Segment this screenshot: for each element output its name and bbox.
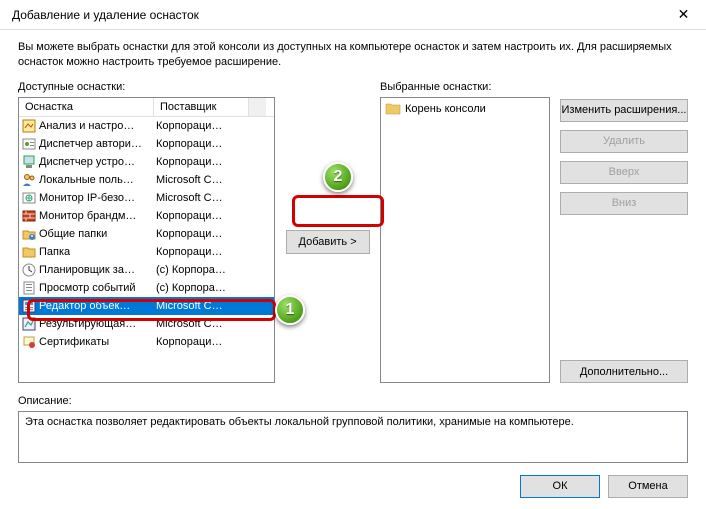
- list-item-vendor-cell: Корпораци…: [154, 246, 249, 258]
- description-section: Описание: Эта оснастка позволяет редакти…: [18, 395, 688, 463]
- selected-panel: Выбранные оснастки: Корень консоли: [380, 81, 550, 383]
- list-item[interactable]: Монитор IP-безо…Microsoft C…: [19, 189, 274, 207]
- list-item-vendor-cell: Корпораци…: [154, 156, 249, 168]
- middle-panel: Добавить >: [275, 81, 380, 383]
- list-item-vendor-cell: (с) Корпора…: [154, 282, 249, 294]
- available-label: Доступные оснастки:: [18, 81, 275, 93]
- col-header-vendor[interactable]: Поставщик: [154, 98, 249, 116]
- tree-root-item[interactable]: Корень консоли: [383, 100, 547, 118]
- folder-icon: [385, 101, 401, 117]
- list-item[interactable]: ПапкаКорпораци…: [19, 243, 274, 261]
- cancel-button[interactable]: Отмена: [608, 475, 688, 498]
- list-item-vendor-cell: Корпораци…: [154, 336, 249, 348]
- list-item[interactable]: Общие папкиКорпораци…: [19, 225, 274, 243]
- list-item-name-cell: Диспетчер устро…: [19, 154, 154, 170]
- list-item-vendor-cell: Корпораци…: [154, 228, 249, 240]
- add-button[interactable]: Добавить >: [286, 230, 370, 254]
- intro-text: Вы можете выбрать оснастки для этой конс…: [18, 40, 688, 71]
- selected-label: Выбранные оснастки:: [380, 81, 550, 93]
- right-panel: Выбранные оснастки: Корень консоли Измен…: [380, 81, 688, 383]
- listview-header: Оснастка Поставщик: [19, 98, 274, 117]
- list-item[interactable]: СертификатыКорпораци…: [19, 333, 274, 351]
- list-item-vendor-cell: Корпораци…: [154, 120, 249, 132]
- advanced-button[interactable]: Дополнительно...: [560, 360, 688, 383]
- titlebar: Добавление и удаление оснасток ✕: [0, 0, 706, 30]
- callout-2: 2: [323, 162, 353, 192]
- list-item-name-cell: Локальные поль…: [19, 172, 154, 188]
- list-item[interactable]: Результирующая…Microsoft C…: [19, 315, 274, 333]
- close-button[interactable]: ✕: [661, 0, 706, 30]
- content-area: Вы можете выбрать оснастки для этой конс…: [0, 30, 706, 463]
- up-button[interactable]: Вверх: [560, 161, 688, 184]
- list-item-vendor-cell: Microsoft C…: [154, 192, 249, 204]
- selected-treeview[interactable]: Корень консоли: [380, 97, 550, 383]
- list-item[interactable]: Планировщик за…(с) Корпора…: [19, 261, 274, 279]
- description-box: Эта оснастка позволяет редактировать объ…: [18, 411, 688, 463]
- list-item-vendor-cell: Microsoft C…: [154, 318, 249, 330]
- side-buttons-panel: Изменить расширения... Удалить Вверх Вни…: [560, 81, 688, 383]
- list-item-vendor-cell: (с) Корпора…: [154, 264, 249, 276]
- main-row: Доступные оснастки: Оснастка Поставщик А…: [18, 81, 688, 383]
- available-panel: Доступные оснастки: Оснастка Поставщик А…: [18, 81, 275, 383]
- scrollbar[interactable]: [249, 98, 266, 116]
- list-item[interactable]: Просмотр событий(с) Корпора…: [19, 279, 274, 297]
- list-item[interactable]: Локальные поль…Microsoft C…: [19, 171, 274, 189]
- list-item[interactable]: Диспетчер автори…Корпораци…: [19, 135, 274, 153]
- list-item-name-cell: Монитор брандм…: [19, 208, 154, 224]
- available-listview[interactable]: Оснастка Поставщик Анализ и настро…Корпо…: [18, 97, 275, 383]
- window-title: Добавление и удаление оснасток: [12, 8, 661, 22]
- list-item-name-cell: Планировщик за…: [19, 262, 154, 278]
- list-item-name-cell: Монитор IP-безо…: [19, 190, 154, 206]
- dialog-window: Добавление и удаление оснасток ✕ Вы може…: [0, 0, 706, 509]
- list-item-name-cell: Результирующая…: [19, 316, 154, 332]
- list-item-name-cell: Анализ и настро…: [19, 118, 154, 134]
- ok-button[interactable]: ОК: [520, 475, 600, 498]
- remove-button[interactable]: Удалить: [560, 130, 688, 153]
- list-item-vendor-cell: Корпораци…: [154, 210, 249, 222]
- list-item-name-cell: Диспетчер автори…: [19, 136, 154, 152]
- callout-1: 1: [275, 295, 305, 325]
- list-item[interactable]: Редактор объек…Microsoft C…: [19, 297, 274, 315]
- list-item-name-cell: Папка: [19, 244, 154, 260]
- list-item-vendor-cell: Microsoft C…: [154, 300, 249, 312]
- list-item[interactable]: Диспетчер устро…Корпораци…: [19, 153, 274, 171]
- close-icon: ✕: [678, 6, 690, 23]
- list-item-name-cell: Общие папки: [19, 226, 154, 242]
- list-item-vendor-cell: Корпораци…: [154, 138, 249, 150]
- list-item[interactable]: Анализ и настро…Корпораци…: [19, 117, 274, 135]
- list-item-name-cell: Сертификаты: [19, 334, 154, 350]
- down-button[interactable]: Вниз: [560, 192, 688, 215]
- description-label: Описание:: [18, 395, 688, 407]
- col-header-name[interactable]: Оснастка: [19, 98, 154, 116]
- list-item-name-cell: Просмотр событий: [19, 280, 154, 296]
- list-item[interactable]: Монитор брандм…Корпораци…: [19, 207, 274, 225]
- list-item-name-cell: Редактор объек…: [19, 298, 154, 314]
- tree-root-label: Корень консоли: [405, 103, 486, 115]
- footer: ОК Отмена: [0, 463, 706, 509]
- list-item-vendor-cell: Microsoft C…: [154, 174, 249, 186]
- edit-extensions-button[interactable]: Изменить расширения...: [560, 99, 688, 122]
